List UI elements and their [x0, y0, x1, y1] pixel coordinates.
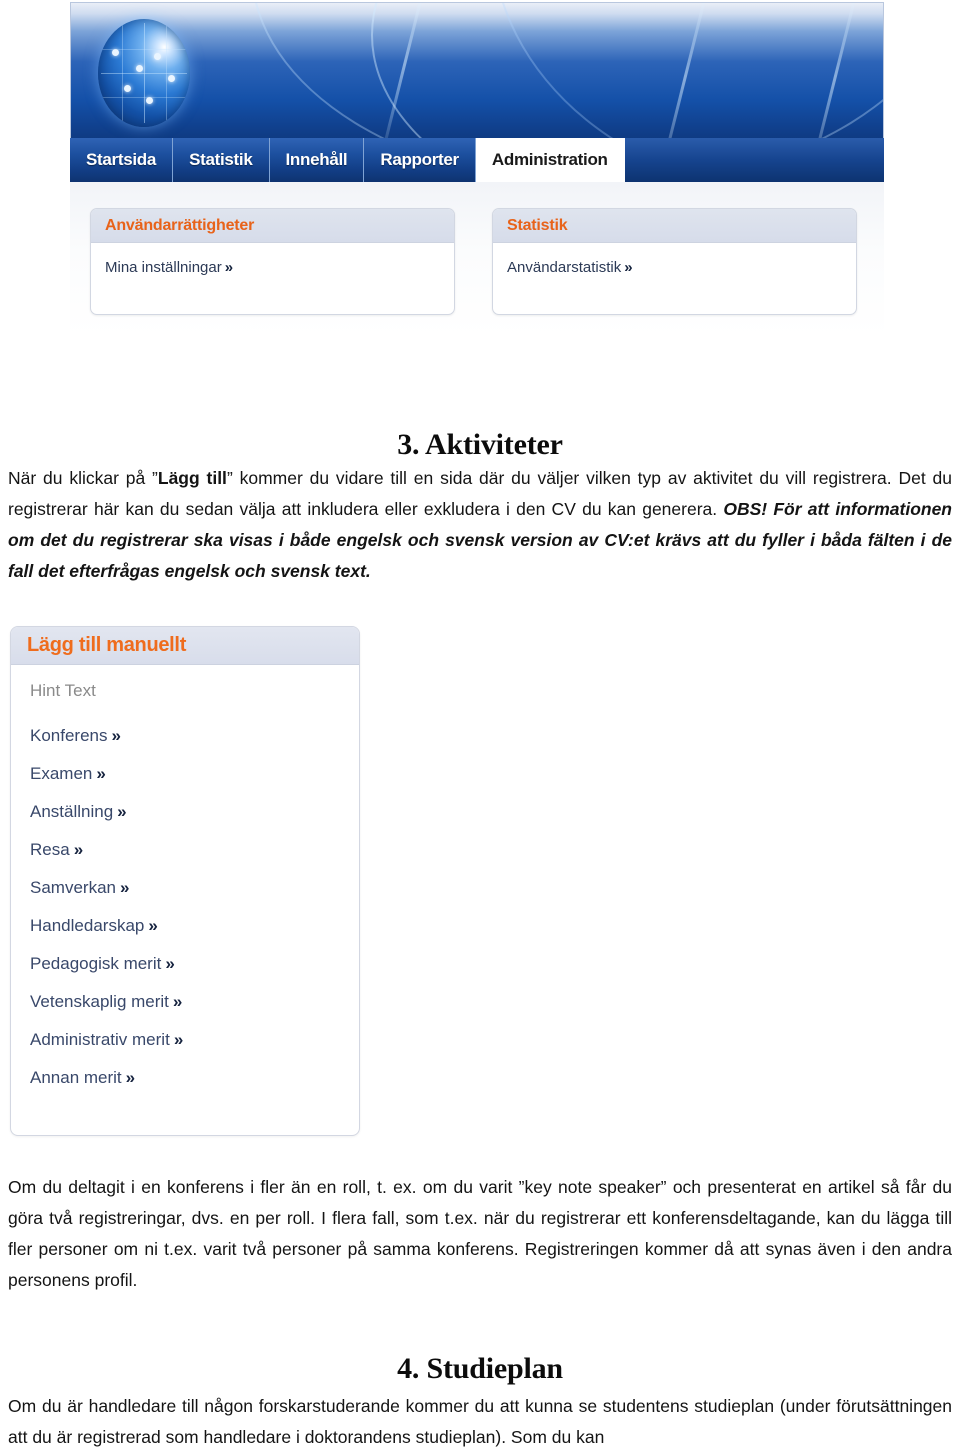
card-anvandarrattigheter: Användarrättigheter Mina inställningar»	[90, 208, 455, 315]
menu-item-samverkan[interactable]: Samverkan»	[30, 869, 359, 907]
nav-tab-innehall[interactable]: Innehåll	[269, 138, 365, 182]
nav-tab-label: Statistik	[189, 150, 253, 169]
intro-bold-lagg-till: Lägg till	[157, 468, 227, 488]
menu-item-label: Administrativ merit	[30, 1030, 170, 1049]
menu-item-examen[interactable]: Examen»	[30, 755, 359, 793]
primary-navigation: Startsida Statistik Innehåll Rapporter A…	[70, 138, 884, 182]
globe-logo-icon	[98, 19, 190, 127]
add-manually-panel: Lägg till manuellt Hint Text Konferens» …	[10, 626, 360, 1136]
heading-studieplan: 4. Studieplan	[397, 1352, 563, 1385]
card-body: Användarstatistik»	[493, 243, 856, 277]
add-manually-header: Lägg till manuellt	[11, 627, 359, 665]
paragraph-roller: Om du deltagit i en konferens i fler än …	[8, 1177, 952, 1290]
globe-node	[112, 49, 119, 56]
menu-item-label: Handledarskap	[30, 916, 145, 935]
nav-tab-label: Innehåll	[285, 150, 348, 169]
intro-text-part-1: När du klickar på ”	[8, 468, 158, 488]
menu-item-label: Examen	[30, 764, 93, 783]
menu-item-label: Samverkan	[30, 878, 116, 897]
menu-item-administrativ-merit[interactable]: Administrativ merit»	[30, 1021, 359, 1059]
chevron-right-icon: »	[96, 764, 106, 783]
menu-item-label: Konferens	[30, 726, 108, 745]
chevron-right-icon: »	[624, 259, 633, 276]
heading-aktiviteter: 3. Aktiviteter	[397, 428, 563, 461]
card-header: Statistik	[493, 209, 856, 243]
chevron-right-icon: »	[173, 1030, 184, 1049]
menu-item-pedagogisk-merit[interactable]: Pedagogisk merit»	[30, 945, 359, 983]
menu-item-label: Vetenskaplig merit	[30, 992, 169, 1011]
card-title: Statistik	[507, 216, 568, 234]
globe-node	[168, 75, 175, 82]
globe-node	[146, 97, 153, 104]
globe-node	[136, 65, 143, 72]
card-header: Användarrättigheter	[91, 209, 454, 243]
activity-type-list: Konferens» Examen» Anställning» Resa» Sa…	[11, 701, 359, 1097]
card-link-label: Användarstatistik	[507, 259, 622, 276]
menu-item-label: Anställning	[30, 802, 114, 821]
nav-tab-administration[interactable]: Administration	[475, 138, 625, 182]
globe-node	[124, 85, 131, 92]
menu-item-resa[interactable]: Resa»	[30, 831, 359, 869]
nav-tab-label: Rapporter	[380, 150, 459, 169]
chevron-right-icon: »	[117, 802, 127, 821]
chevron-right-icon: »	[224, 259, 234, 276]
chevron-right-icon: »	[172, 992, 183, 1011]
menu-item-anstallning[interactable]: Anställning»	[30, 793, 359, 831]
app-content-area: Användarrättigheter Mina inställningar» …	[70, 182, 884, 337]
menu-item-konferens[interactable]: Konferens»	[30, 717, 359, 755]
nav-tab-label: Administration	[491, 150, 608, 169]
card-statistik: Statistik Användarstatistik»	[492, 208, 857, 315]
chevron-right-icon: »	[73, 840, 84, 859]
card-link-label: Mina inställningar	[105, 259, 222, 276]
nav-tab-startsida[interactable]: Startsida	[70, 138, 174, 182]
card-title: Användarrättigheter	[105, 216, 255, 234]
chevron-right-icon: »	[111, 726, 121, 745]
nav-tab-label: Startsida	[86, 150, 157, 169]
menu-item-label: Annan merit	[30, 1068, 122, 1087]
app-screenshot: Startsida Statistik Innehåll Rapporter A…	[70, 0, 886, 340]
paragraph-intro: När du klickar på ”Lägg till” kommer du …	[8, 463, 952, 587]
hint-text: Hint Text	[30, 681, 96, 700]
paragraph-studieplan: Om du är handledare till någon forskarst…	[8, 1396, 952, 1447]
menu-item-vetenskaplig-merit[interactable]: Vetenskaplig merit»	[30, 983, 359, 1021]
chevron-right-icon: »	[119, 878, 130, 897]
chevron-right-icon: »	[125, 1068, 136, 1087]
panel-title: Lägg till manuellt	[27, 634, 187, 656]
link-anvandarstatistik[interactable]: Användarstatistik»	[507, 259, 633, 276]
menu-item-label: Pedagogisk merit	[30, 954, 162, 973]
link-mina-installningar[interactable]: Mina inställningar»	[105, 259, 233, 276]
chevron-right-icon: »	[165, 954, 175, 973]
card-body: Mina inställningar»	[91, 243, 454, 277]
menu-item-handledarskap[interactable]: Handledarskap»	[30, 907, 359, 945]
menu-item-label: Resa	[30, 840, 70, 859]
nav-tab-rapporter[interactable]: Rapporter	[364, 138, 476, 182]
nav-tab-statistik[interactable]: Statistik	[173, 138, 270, 182]
chevron-right-icon: »	[148, 916, 158, 935]
nav-filler	[624, 138, 884, 182]
menu-item-annan-merit[interactable]: Annan merit»	[30, 1059, 359, 1097]
globe-node	[154, 53, 161, 60]
